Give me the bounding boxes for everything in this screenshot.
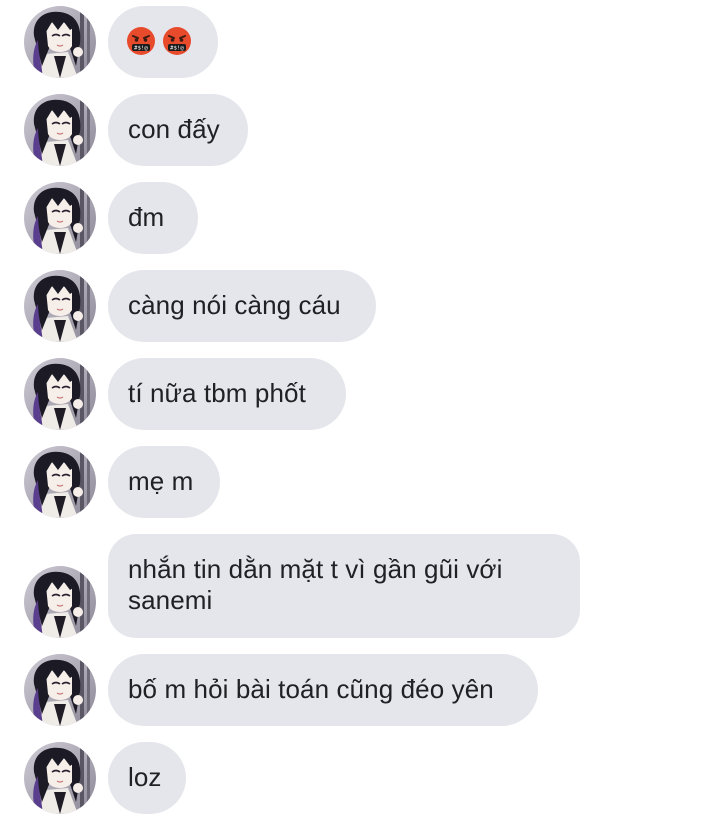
message-text: loz bbox=[128, 762, 162, 792]
message-text: mẹ m bbox=[128, 466, 194, 496]
message-bubble[interactable]: càng nói càng cáu bbox=[108, 270, 376, 342]
message-bubble[interactable]: tí nữa tbm phốt bbox=[108, 358, 346, 430]
face-with-symbols-on-mouth-icon: #$!@ bbox=[162, 26, 192, 56]
message-row: #$!@ #$!@ bbox=[0, 6, 720, 78]
message-text: tí nữa tbm phốt bbox=[128, 378, 306, 408]
message-text: đm bbox=[128, 202, 165, 232]
contact-avatar-icon[interactable] bbox=[24, 182, 96, 254]
message-row: loz bbox=[0, 742, 720, 814]
message-text: nhắn tin dằn mặt t vì gần gũi với sanemi bbox=[128, 554, 503, 615]
message-bubble[interactable]: con đấy bbox=[108, 94, 248, 166]
message-row: mẹ m bbox=[0, 446, 720, 518]
emoji-group: #$!@ #$!@ bbox=[126, 24, 200, 56]
contact-avatar-icon[interactable] bbox=[24, 446, 96, 518]
message-row: con đấy bbox=[0, 94, 720, 166]
svg-text:#$!@: #$!@ bbox=[134, 45, 148, 51]
face-with-symbols-on-mouth-icon: #$!@ bbox=[126, 26, 156, 56]
message-bubble[interactable]: đm bbox=[108, 182, 198, 254]
message-bubble[interactable]: bố m hỏi bài toán cũng đéo yên bbox=[108, 654, 538, 726]
message-text: càng nói càng cáu bbox=[128, 290, 341, 320]
contact-avatar-icon[interactable] bbox=[24, 270, 96, 342]
message-text: bố m hỏi bài toán cũng đéo yên bbox=[128, 674, 494, 704]
message-thread: #$!@ #$!@ con đấy đm càng nói càng cáu t… bbox=[0, 0, 720, 823]
message-bubble[interactable]: nhắn tin dằn mặt t vì gần gũi với sanemi bbox=[108, 534, 580, 638]
message-row: bố m hỏi bài toán cũng đéo yên bbox=[0, 654, 720, 726]
contact-avatar-icon[interactable] bbox=[24, 6, 96, 78]
contact-avatar-icon[interactable] bbox=[24, 566, 96, 638]
message-row: đm bbox=[0, 182, 720, 254]
contact-avatar-icon[interactable] bbox=[24, 358, 96, 430]
message-bubble-emoji[interactable]: #$!@ #$!@ bbox=[108, 6, 218, 78]
message-row: càng nói càng cáu bbox=[0, 270, 720, 342]
message-text: con đấy bbox=[128, 114, 220, 144]
message-row: tí nữa tbm phốt bbox=[0, 358, 720, 430]
contact-avatar-icon[interactable] bbox=[24, 742, 96, 814]
message-row: nhắn tin dằn mặt t vì gần gũi với sanemi bbox=[0, 534, 720, 638]
contact-avatar-icon[interactable] bbox=[24, 94, 96, 166]
message-bubble[interactable]: mẹ m bbox=[108, 446, 220, 518]
svg-text:#$!@: #$!@ bbox=[170, 45, 184, 51]
message-bubble[interactable]: loz bbox=[108, 742, 186, 814]
contact-avatar-icon[interactable] bbox=[24, 654, 96, 726]
